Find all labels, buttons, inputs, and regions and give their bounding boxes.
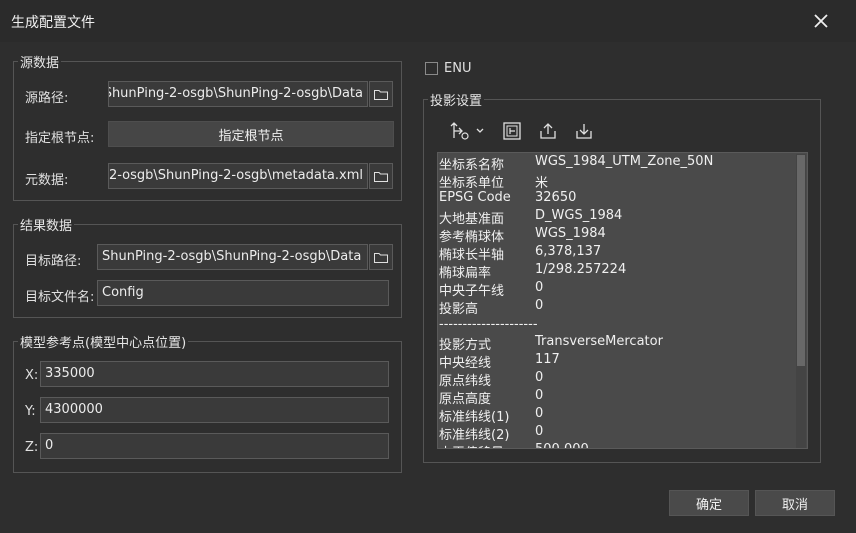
source-path-value: ShunPing-2-osgb\ShunPing-2-osgb\Data (108, 86, 363, 101)
info-row: 投影方式 TransverseMercator (438, 334, 798, 353)
z-label: Z: (25, 440, 39, 455)
info-scrollbar[interactable] (796, 154, 806, 448)
source-path-browse-button[interactable] (369, 81, 393, 107)
title-bar: 生成配置文件 (0, 0, 856, 42)
info-row: 中央经线 117 (438, 352, 798, 371)
target-filename-label: 目标文件名: (25, 290, 95, 305)
info-row-value: WGS_1984 (535, 226, 606, 241)
target-path-browse-button[interactable] (369, 244, 393, 270)
z-input[interactable]: 0 (40, 433, 389, 459)
source-data-legend: 源数据 (20, 56, 60, 71)
folder-icon (374, 252, 388, 263)
info-row: 标准纬线(1) 0 (438, 406, 798, 425)
dialog: 生成配置文件 源数据 源路径: ShunPing-2-osgb\ShunPing… (0, 0, 856, 533)
y-input[interactable]: 4300000 (40, 397, 389, 423)
info-row: 原点高度 0 (438, 388, 798, 407)
info-row-value: D_WGS_1984 (535, 208, 623, 223)
info-row: EPSG Code 32650 (438, 190, 798, 208)
specify-root-node-button[interactable]: 指定根节点 (108, 121, 394, 147)
chevron-down-icon (476, 128, 484, 133)
info-row-value: 6,378,137 (535, 244, 602, 259)
info-row: 椭球扁率 1/298.257224 (438, 262, 798, 281)
target-path-label: 目标路径: (25, 254, 82, 269)
info-row: 大地基准面 D_WGS_1984 (438, 208, 798, 227)
info-row-key: 原点纬线 (439, 374, 492, 389)
model-reference-point-legend: 模型参考点(模型中心点位置) (20, 336, 187, 351)
info-row: 椭球长半轴 6,378,137 (438, 244, 798, 263)
y-label: Y: (25, 404, 36, 419)
select-from-file-icon (503, 122, 521, 140)
info-row-key: 投影高 (439, 302, 479, 317)
info-row-value: WGS_1984_UTM_Zone_50N (535, 154, 714, 169)
info-row: 原点纬线 0 (438, 370, 798, 389)
x-label: X: (25, 368, 39, 383)
info-row-value: 0 (535, 280, 544, 295)
metadata-label: 元数据: (25, 173, 69, 188)
info-row-value: 0 (535, 388, 544, 403)
info-row-key: 投影方式 (439, 338, 492, 353)
info-row-key: 中央经线 (439, 356, 492, 371)
export-button[interactable] (537, 120, 559, 142)
result-data-legend: 结果数据 (20, 219, 73, 234)
info-row-value: 0 (535, 424, 544, 439)
info-row-key: 大地基准面 (439, 212, 505, 227)
info-row-value: 0 (535, 370, 544, 385)
info-row: 坐标系单位 米 (438, 172, 798, 191)
info-row-key: 椭球长半轴 (439, 248, 505, 263)
info-separator: --------------------- (439, 317, 538, 332)
import-button[interactable] (573, 120, 595, 142)
target-filename-input[interactable]: Config (97, 280, 389, 306)
info-row-value: 0 (535, 406, 544, 421)
info-row: 标准纬线(2) 0 (438, 424, 798, 443)
import-icon (576, 124, 592, 139)
info-scrollbar-thumb[interactable] (797, 155, 805, 366)
window-title: 生成配置文件 (11, 15, 95, 31)
info-row-key: 标准纬线(2) (439, 428, 510, 443)
metadata-input[interactable]: g-2-osgb\ShunPing-2-osgb\metadata.xml (108, 163, 368, 189)
info-row-value: TransverseMercator (535, 334, 663, 349)
info-row-value: 117 (535, 352, 560, 367)
info-row-value: 0 (535, 298, 544, 313)
info-row-value: 32650 (535, 190, 577, 205)
select-from-file-button[interactable] (501, 120, 523, 142)
info-row-key: 原点高度 (439, 392, 492, 407)
info-row: 水平偏移量 500,000 (438, 442, 798, 448)
folder-icon (374, 171, 388, 182)
coordinate-system-dropdown-icon (450, 122, 469, 140)
info-row-value: 500,000 (535, 442, 589, 448)
metadata-browse-button[interactable] (369, 163, 393, 189)
export-icon (540, 123, 556, 139)
target-path-input[interactable]: ShunPing-2-osgb\ShunPing-2-osgb\Data (97, 244, 368, 270)
close-icon (814, 14, 828, 28)
enu-label[interactable]: ENU (444, 61, 471, 76)
projection-settings-legend: 投影设置 (430, 94, 483, 109)
coordinate-system-dropdown-button[interactable] (445, 120, 489, 142)
info-row: 参考椭球体 WGS_1984 (438, 226, 798, 245)
x-input[interactable]: 335000 (40, 361, 389, 387)
root-node-label: 指定根节点: (25, 131, 95, 146)
folder-icon (374, 89, 388, 100)
metadata-value: g-2-osgb\ShunPing-2-osgb\metadata.xml (108, 168, 363, 183)
info-row-key: 水平偏移量 (439, 442, 504, 448)
target-path-value: ShunPing-2-osgb\ShunPing-2-osgb\Data (102, 249, 362, 264)
info-row-key: 坐标系名称 (439, 158, 505, 173)
enu-checkbox[interactable] (425, 62, 438, 75)
info-row: 投影高 0 (438, 298, 798, 317)
close-button[interactable] (806, 8, 836, 34)
ok-button[interactable]: 确定 (669, 490, 749, 516)
projection-info-panel[interactable]: 坐标系名称 WGS_1984_UTM_Zone_50N 坐标系单位米 EPSG Cod… (437, 152, 808, 449)
source-path-input[interactable]: ShunPing-2-osgb\ShunPing-2-osgb\Data (108, 81, 368, 107)
info-row-key: 椭球扁率 (439, 266, 492, 281)
info-row-key: 参考椭球体 (439, 230, 505, 245)
info-row: 中央子午线 0 (438, 280, 798, 299)
info-row-key: EPSG Code (439, 190, 511, 205)
info-row-key: 坐标系单位 (439, 176, 505, 191)
info-row-key: 中央子午线 (439, 284, 505, 299)
info-row: 坐标系名称 WGS_1984_UTM_Zone_50N (438, 154, 798, 173)
source-path-label: 源路径: (25, 91, 69, 106)
info-row-value: 米 (535, 176, 549, 191)
info-row-value: 1/298.257224 (535, 262, 627, 277)
info-row-key: 标准纬线(1) (439, 410, 510, 425)
cancel-button[interactable]: 取消 (755, 490, 835, 516)
